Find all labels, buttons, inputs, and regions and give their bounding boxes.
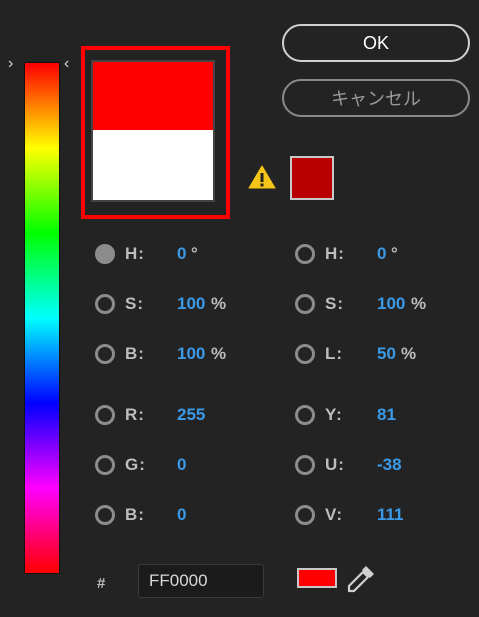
- hue-slider[interactable]: [24, 62, 60, 574]
- radio-hsl-l[interactable]: [295, 344, 315, 364]
- unit-hsl-s: %: [411, 294, 427, 313]
- label-yuv-v: V:: [325, 505, 344, 524]
- value-rgb-b[interactable]: 0: [177, 505, 186, 525]
- value-hsb-b[interactable]: 100: [177, 344, 205, 364]
- value-hsl-l[interactable]: 50: [377, 344, 396, 364]
- label-hsl-h: H:: [325, 244, 345, 263]
- unit-hsl-l: %: [401, 344, 417, 363]
- slider-left-chevron: ›: [8, 55, 14, 72]
- hex-input[interactable]: [138, 564, 264, 598]
- value-rgb-r[interactable]: 255: [177, 405, 205, 425]
- radio-rgb-g[interactable]: [95, 455, 115, 475]
- unit-hsb-b: %: [211, 344, 227, 363]
- value-hsb-s[interactable]: 100: [177, 294, 205, 314]
- radio-yuv-u[interactable]: [295, 455, 315, 475]
- ok-button[interactable]: OK: [282, 24, 470, 62]
- value-hsl-s[interactable]: 100: [377, 294, 405, 314]
- new-color-swatch: [93, 62, 213, 130]
- label-hsb-b: B:: [125, 344, 145, 363]
- unit-hsb-s: %: [211, 294, 227, 313]
- radio-hsb-b[interactable]: [95, 344, 115, 364]
- cancel-button[interactable]: キャンセル: [282, 79, 470, 117]
- slider-right-chevron: ‹: [64, 55, 70, 72]
- radio-rgb-r[interactable]: [95, 405, 115, 425]
- value-yuv-v[interactable]: 111: [377, 505, 404, 525]
- radio-hsl-h[interactable]: [295, 244, 315, 264]
- radio-rgb-b[interactable]: [95, 505, 115, 525]
- value-hsl-h[interactable]: 0: [377, 244, 386, 264]
- value-yuv-y[interactable]: 81: [377, 405, 396, 425]
- gamut-warning-swatch[interactable]: [290, 156, 334, 200]
- radio-yuv-v[interactable]: [295, 505, 315, 525]
- radio-hsb-h[interactable]: [95, 244, 115, 264]
- label-yuv-u: U:: [325, 455, 345, 474]
- unit-hsl-h: °: [391, 244, 398, 263]
- unit-hsb-h: °: [191, 244, 198, 263]
- warning-icon[interactable]: [248, 164, 276, 190]
- label-hsl-l: L:: [325, 344, 344, 363]
- label-hsb-h: H:: [125, 244, 145, 263]
- label-yuv-y: Y:: [325, 405, 343, 424]
- hex-color-swatch: [297, 568, 337, 588]
- label-rgb-g: G:: [125, 455, 146, 474]
- label-hsl-s: S:: [325, 294, 344, 313]
- eyedropper-icon[interactable]: [344, 562, 378, 596]
- label-rgb-r: R:: [125, 405, 145, 424]
- radio-hsb-s[interactable]: [95, 294, 115, 314]
- color-preview: [81, 46, 230, 219]
- original-color-swatch[interactable]: [93, 130, 213, 200]
- radio-yuv-y[interactable]: [295, 405, 315, 425]
- label-hsb-s: S:: [125, 294, 144, 313]
- value-yuv-u[interactable]: -38: [377, 455, 402, 475]
- hex-label: #: [97, 575, 106, 592]
- radio-hsl-s[interactable]: [295, 294, 315, 314]
- value-hsb-h[interactable]: 0: [177, 244, 186, 264]
- label-rgb-b: B:: [125, 505, 145, 524]
- value-rgb-g[interactable]: 0: [177, 455, 186, 475]
